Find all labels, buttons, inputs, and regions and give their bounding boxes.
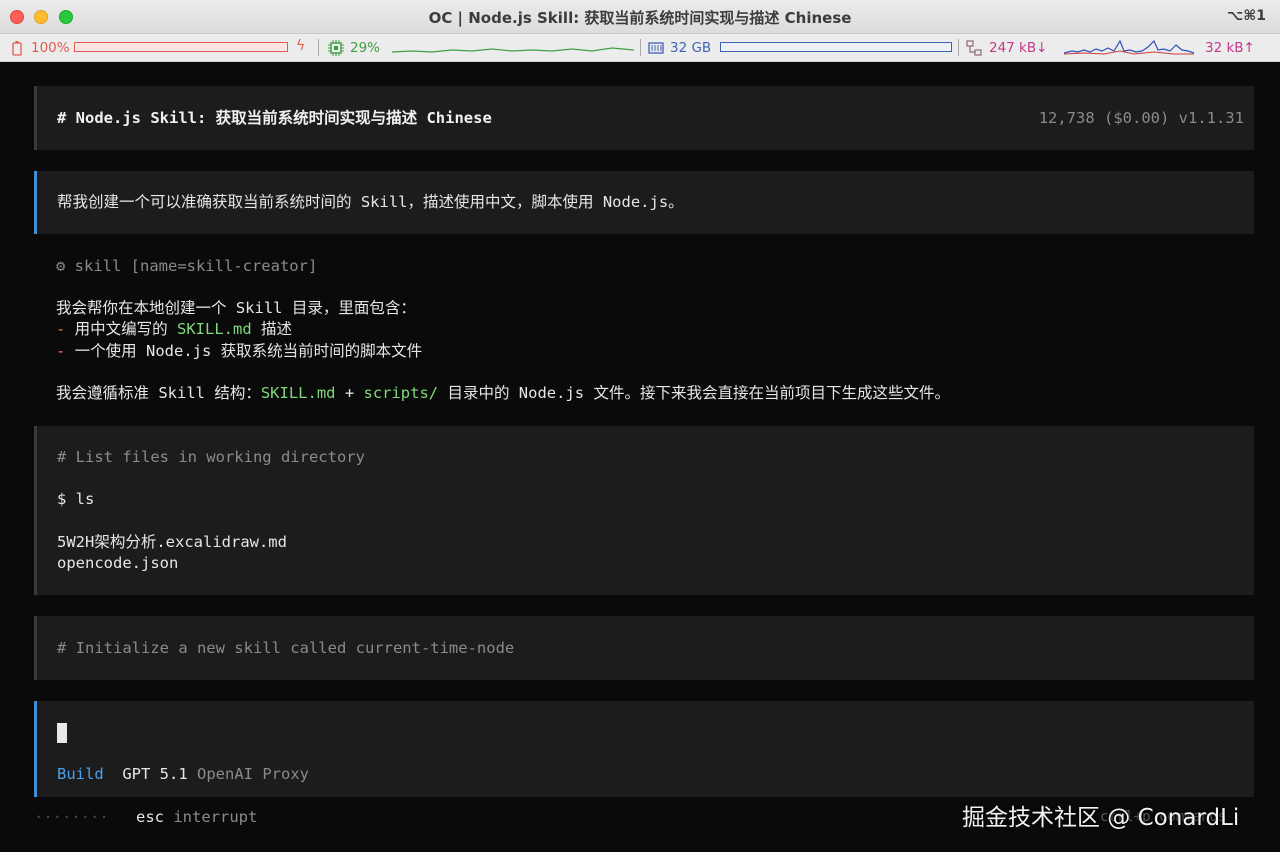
bash-command: $ ls — [57, 490, 95, 508]
battery-level-fill — [75, 43, 287, 51]
pending-tool-panel: # Initialize a new skill called current-… — [34, 616, 1254, 680]
bash-output-line: 5W2H架构分析.excalidraw.md — [57, 533, 287, 551]
bash-output-line: opencode.json — [57, 554, 179, 572]
tool-call-line: ⚙ skill [name=skill-creator] — [56, 257, 318, 275]
cpu-icon — [328, 40, 344, 56]
network-sparkline — [1064, 39, 1194, 55]
inline-code: SKILL.md — [260, 384, 336, 402]
cpu-percent: 29% — [350, 40, 381, 56]
battery-icon — [12, 41, 22, 56]
memory-bar — [720, 42, 952, 52]
assistant-structure-line: 我会遵循标准 Skill 结构：SKILL.md + scripts/ 目录中的… — [56, 384, 950, 402]
session-title: # Node.js Skill: 获取当前系统时间实现与描述 Chinese — [57, 109, 492, 127]
battery-percent: 100% — [31, 40, 70, 56]
window-title: OC | Node.js Skill: 获取当前系统时间实现与描述 Chines… — [428, 9, 852, 27]
mode-label[interactable]: Build — [57, 765, 104, 783]
provider-name: OpenAI Proxy — [197, 765, 309, 783]
assistant-bullet-2: - 一个使用 Node.js 获取系统当前时间的脚本文件 — [56, 342, 423, 360]
assistant-intro: 我会帮你在本地创建一个 Skill 目录，里面包含： — [56, 299, 416, 317]
loading-spinner: ········ — [34, 808, 109, 826]
memory-usage: 32 GB — [670, 40, 712, 56]
interrupt-key: esc — [136, 808, 164, 826]
inline-code: scripts/ — [363, 384, 439, 402]
network-download: 247 kB↓ — [989, 40, 1048, 56]
system-status-bar: 100% ϟ 29% 32 GB 247 kB↓ 32 kB↑ — [0, 34, 1280, 62]
interrupt-hint[interactable]: esc interrupt — [136, 806, 257, 828]
bash-comment: # List files in working directory — [57, 448, 365, 466]
bullet-marker: - — [56, 342, 66, 360]
bullet-marker: - — [56, 320, 66, 338]
battery-level-bar — [74, 42, 288, 52]
network-upload: 32 kB↑ — [1205, 40, 1255, 56]
assistant-bullet-1: - 用中文编写的 SKILL.md 描述 — [56, 320, 293, 338]
cpu-sparkline — [392, 47, 634, 53]
session-header: # Node.js Skill: 获取当前系统时间实现与描述 Chinese 1… — [34, 86, 1254, 150]
charging-icon: ϟ — [296, 38, 306, 54]
window-titlebar: OC | Node.js Skill: 获取当前系统时间实现与描述 Chines… — [0, 0, 1280, 34]
user-message: 帮我创建一个可以准确获取当前系统时间的 Skill，描述使用中文，脚本使用 No… — [34, 171, 1254, 234]
watermark: 掘金技术社区 @ ConardLi — [962, 805, 1240, 831]
model-selector[interactable]: Build GPT 5.1 OpenAI Proxy — [57, 763, 309, 785]
terminal-area: # Node.js Skill: 获取当前系统时间实现与描述 Chinese 1… — [0, 62, 1280, 852]
network-icon — [966, 40, 982, 56]
session-meta: 12,738 ($0.00) v1.1.31 — [1038, 109, 1244, 127]
text-cursor — [57, 723, 67, 743]
user-message-text: 帮我创建一个可以准确获取当前系统时间的 Skill，描述使用中文，脚本使用 No… — [57, 193, 684, 211]
model-name[interactable]: GPT 5.1 — [122, 765, 187, 783]
inline-code: SKILL.md — [177, 320, 252, 338]
interrupt-label: interrupt — [173, 808, 258, 826]
memory-icon — [648, 42, 664, 54]
pending-comment: # Initialize a new skill called current-… — [57, 639, 515, 657]
bash-tool-panel: # List files in working directory $ ls 5… — [34, 426, 1254, 595]
prompt-input[interactable]: Build GPT 5.1 OpenAI Proxy — [34, 701, 1254, 797]
window-shortcut: ⌥⌘1 — [1227, 8, 1266, 24]
